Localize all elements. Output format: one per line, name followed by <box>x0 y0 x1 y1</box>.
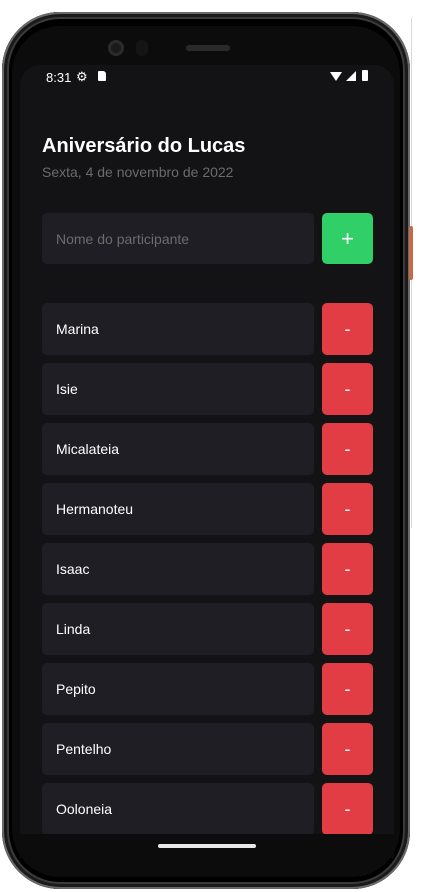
minus-icon: - <box>344 618 351 639</box>
sd-card-icon <box>98 71 106 81</box>
remove-participant-button[interactable]: - <box>322 783 373 834</box>
participant-row: Hermanoteu - <box>42 483 373 535</box>
remove-participant-button[interactable]: - <box>322 363 373 415</box>
minus-icon: - <box>344 558 351 579</box>
participant-name: Micalateia <box>42 423 314 475</box>
add-participant-button[interactable]: + <box>322 213 373 264</box>
participant-row: Isaac - <box>42 543 373 595</box>
home-gesture-bar[interactable] <box>158 844 256 848</box>
remove-participant-button[interactable]: - <box>322 723 373 775</box>
participant-name: Ooloneia <box>42 783 314 834</box>
participant-name-input[interactable] <box>42 213 314 264</box>
battery-icon <box>362 70 368 81</box>
participant-row: Isie - <box>42 363 373 415</box>
participants-list[interactable]: Marina - Isie - Micalateia - Hermanoteu … <box>42 303 373 834</box>
remove-participant-button[interactable]: - <box>322 663 373 715</box>
minus-icon: - <box>344 738 351 759</box>
signal-icon <box>346 71 356 81</box>
participant-row: Pentelho - <box>42 723 373 775</box>
remove-participant-button[interactable]: - <box>322 543 373 595</box>
minus-icon: - <box>344 798 351 819</box>
wifi-icon <box>330 72 342 81</box>
participant-name: Isie <box>42 363 314 415</box>
participant-name: Isaac <box>42 543 314 595</box>
participant-row: Ooloneia - <box>42 783 373 834</box>
participant-name: Linda <box>42 603 314 655</box>
event-title: Aniversário do Lucas <box>42 135 246 157</box>
front-camera <box>108 40 124 56</box>
remove-participant-button[interactable]: - <box>322 303 373 355</box>
status-bar: 8:31 ⚙ <box>20 65 394 89</box>
earpiece-speaker <box>186 45 230 51</box>
participant-row: Linda - <box>42 603 373 655</box>
minus-icon: - <box>344 498 351 519</box>
power-button[interactable] <box>409 226 413 280</box>
participant-name: Pentelho <box>42 723 314 775</box>
app-screen: 8:31 ⚙ Aniversário do Lucas Sexta, 4 de … <box>20 65 394 834</box>
minus-icon: - <box>344 318 351 339</box>
status-time: 8:31 <box>46 70 72 85</box>
participant-row: Micalateia - <box>42 423 373 475</box>
minus-icon: - <box>344 378 351 399</box>
participant-row: Pepito - <box>42 663 373 715</box>
participant-name: Hermanoteu <box>42 483 314 535</box>
remove-participant-button[interactable]: - <box>322 423 373 475</box>
remove-participant-button[interactable]: - <box>322 603 373 655</box>
participant-name: Marina <box>42 303 314 355</box>
minus-icon: - <box>344 438 351 459</box>
plus-icon: + <box>341 225 354 251</box>
participant-row: Marina - <box>42 303 373 355</box>
minus-icon: - <box>344 678 351 699</box>
camera-sensor <box>136 40 148 56</box>
participant-name: Pepito <box>42 663 314 715</box>
gear-icon: ⚙ <box>76 69 88 84</box>
remove-participant-button[interactable]: - <box>322 483 373 535</box>
event-date: Sexta, 4 de novembro de 2022 <box>42 164 234 180</box>
